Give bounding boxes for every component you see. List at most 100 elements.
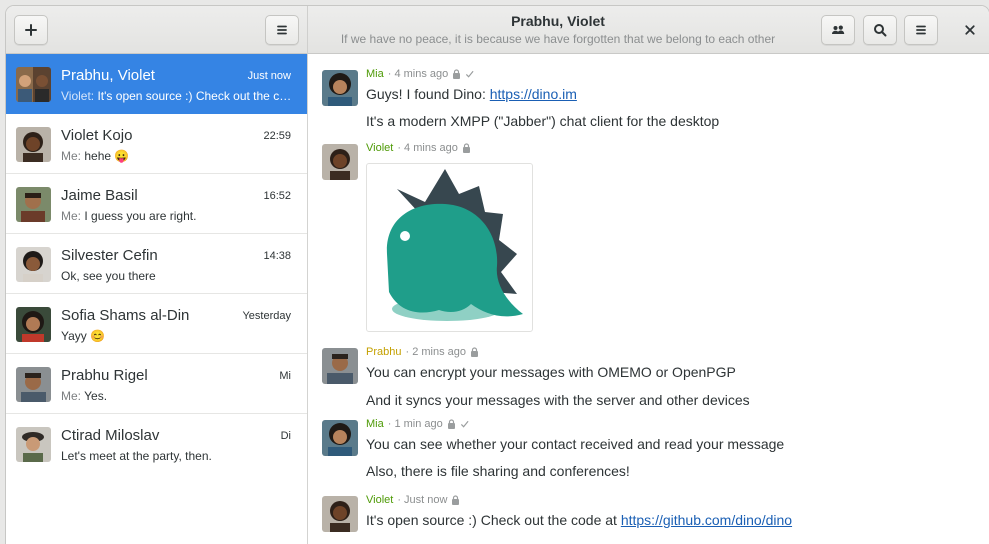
- conversation-title: Prabhu, Violet: [511, 13, 605, 29]
- message-link[interactable]: https://github.com/dino/dino: [621, 512, 792, 528]
- preview-text: I guess you are right.: [81, 209, 197, 223]
- lock-icon: [452, 495, 460, 505]
- message-text: You can see whether your contact receive…: [366, 436, 785, 452]
- message-body: It's open source :) Check out the code a…: [366, 512, 621, 528]
- conversation-item[interactable]: Prabhu Rigel Mi Me: Yes.: [6, 354, 307, 414]
- conversation-preview: Me: hehe 😛: [61, 149, 293, 163]
- preview-text: hehe 😛: [81, 149, 130, 163]
- conversation-item[interactable]: Prabhu, Violet Just now Violet: It's ope…: [6, 54, 307, 114]
- conversation-preview: Me: Yes.: [61, 389, 293, 403]
- preview-text: Let's meet at the party, then.: [61, 449, 212, 463]
- conversation-item[interactable]: Silvester Cefin 14:38 Ok, see you there: [6, 234, 307, 294]
- avatar: [16, 187, 51, 222]
- message-author: Violet: [366, 142, 394, 154]
- avatar: [16, 307, 51, 342]
- preview-text: Ok, see you there: [61, 269, 156, 283]
- sidebar-menu-button[interactable]: [265, 15, 299, 45]
- avatar: [16, 67, 51, 102]
- conversation-time: Yesterday: [242, 310, 291, 322]
- message-time: · 4 mins ago: [387, 68, 449, 80]
- avatar: [16, 127, 51, 162]
- message-author: Mia: [366, 418, 384, 430]
- conversation-item[interactable]: Violet Kojo 22:59 Me: hehe 😛: [6, 114, 307, 174]
- message-meta: Violet · 4 mins ago: [366, 142, 471, 154]
- conversation-menu-button[interactable]: [904, 15, 938, 45]
- preview-sender: Violet:: [61, 89, 95, 103]
- avatar: [322, 420, 358, 456]
- dino-logo-icon: [386, 169, 523, 321]
- lock-icon: [447, 419, 455, 429]
- conversation-preview: Yayy 😊: [61, 329, 293, 343]
- message-meta: Mia · 1 min ago: [366, 418, 469, 430]
- sidebar-header: [6, 6, 308, 54]
- lock-icon: [462, 143, 470, 153]
- conversation-item[interactable]: Ctirad Miloslav Di Let's meet at the par…: [6, 414, 307, 474]
- image-attachment[interactable]: [366, 163, 533, 332]
- message-link[interactable]: https://dino.im: [490, 86, 577, 102]
- message-time: · 1 min ago: [387, 418, 443, 430]
- message-meta: Prabhu · 2 mins ago: [366, 346, 479, 358]
- check-icon: [460, 420, 469, 428]
- preview-sender: Me:: [61, 149, 82, 163]
- conversation-name: Prabhu Rigel: [61, 367, 148, 384]
- conversation-time: Mi: [279, 370, 291, 382]
- conversation-time: 22:59: [263, 130, 291, 142]
- conversation-item[interactable]: Jaime Basil 16:52 Me: I guess you are ri…: [6, 174, 307, 234]
- new-conversation-button[interactable]: [14, 15, 48, 45]
- message-time: · 4 mins ago: [397, 142, 458, 154]
- chat-view: Mia · 4 mins ago Guys! I found Dino: htt…: [308, 54, 989, 544]
- search-button[interactable]: [863, 15, 897, 45]
- conversation-topic: If we have no peace, it is because we ha…: [340, 32, 776, 46]
- conversation-preview: Ok, see you there: [61, 269, 293, 283]
- avatar: [322, 496, 358, 532]
- lock-icon: [471, 347, 479, 357]
- conversation-name: Violet Kojo: [61, 127, 133, 144]
- conversation-time: 16:52: [263, 190, 291, 202]
- check-icon: [466, 70, 474, 78]
- message-text: And it syncs your messages with the serv…: [366, 392, 750, 408]
- avatar: [322, 70, 358, 106]
- plus-icon: [25, 24, 37, 36]
- avatar: [322, 348, 358, 384]
- conversation-name: Prabhu, Violet: [61, 67, 155, 84]
- conversation-name: Sofia Shams al-Din: [61, 307, 190, 324]
- message-text: You can encrypt your messages with OMEMO…: [366, 364, 736, 380]
- message-text: Also, there is file sharing and conferen…: [366, 463, 630, 479]
- conversation-name: Jaime Basil: [61, 187, 138, 204]
- preview-sender: Me:: [61, 389, 82, 403]
- search-icon: [874, 24, 887, 37]
- app-window: Prabhu, Violet If we have no peace, it i…: [6, 6, 989, 544]
- close-icon: [965, 25, 975, 35]
- conversation-name: Silvester Cefin: [61, 247, 158, 264]
- conversation-time: Di: [280, 430, 291, 442]
- preview-text: Yes.: [81, 389, 108, 403]
- message-text: It's open source :) Check out the code a…: [366, 512, 792, 528]
- conversation-preview: Me: I guess you are right.: [61, 209, 293, 223]
- message-text: It's a modern XMPP ("Jabber") chat clien…: [366, 113, 720, 129]
- conversation-time: Just now: [247, 70, 291, 82]
- avatar: [16, 247, 51, 282]
- message-author: Prabhu: [366, 346, 402, 358]
- preview-text: Yayy 😊: [61, 329, 106, 343]
- preview-sender: Me:: [61, 209, 82, 223]
- avatar: [322, 144, 358, 180]
- message-meta: Mia · 4 mins ago: [366, 68, 474, 80]
- conversation-name: Ctirad Miloslav: [61, 427, 160, 444]
- occupants-button[interactable]: [821, 15, 855, 45]
- message-meta: Violet · Just now: [366, 494, 460, 506]
- hamburger-menu-icon: [916, 25, 926, 35]
- message-body: Guys! I found Dino:: [366, 86, 490, 102]
- message-time: · 2 mins ago: [405, 346, 467, 358]
- conversation-preview: Let's meet at the party, then.: [61, 449, 293, 463]
- contacts-icon: [832, 25, 845, 34]
- avatar: [16, 367, 51, 402]
- conversation-item[interactable]: Sofia Shams al-Din Yesterday Yayy 😊: [6, 294, 307, 354]
- conversation-preview: Violet: It's open source :) Check out th…: [61, 89, 293, 103]
- message-time: · Just now: [397, 494, 448, 506]
- preview-text: It's open source :) Check out the co...: [94, 89, 293, 103]
- conversation-title-block: Prabhu, Violet If we have no peace, it i…: [308, 13, 808, 46]
- conversation-list: Prabhu, Violet Just now Violet: It's ope…: [6, 54, 308, 544]
- message-author: Mia: [366, 68, 384, 80]
- close-window-button[interactable]: [959, 19, 981, 41]
- message-author: Violet: [366, 494, 394, 506]
